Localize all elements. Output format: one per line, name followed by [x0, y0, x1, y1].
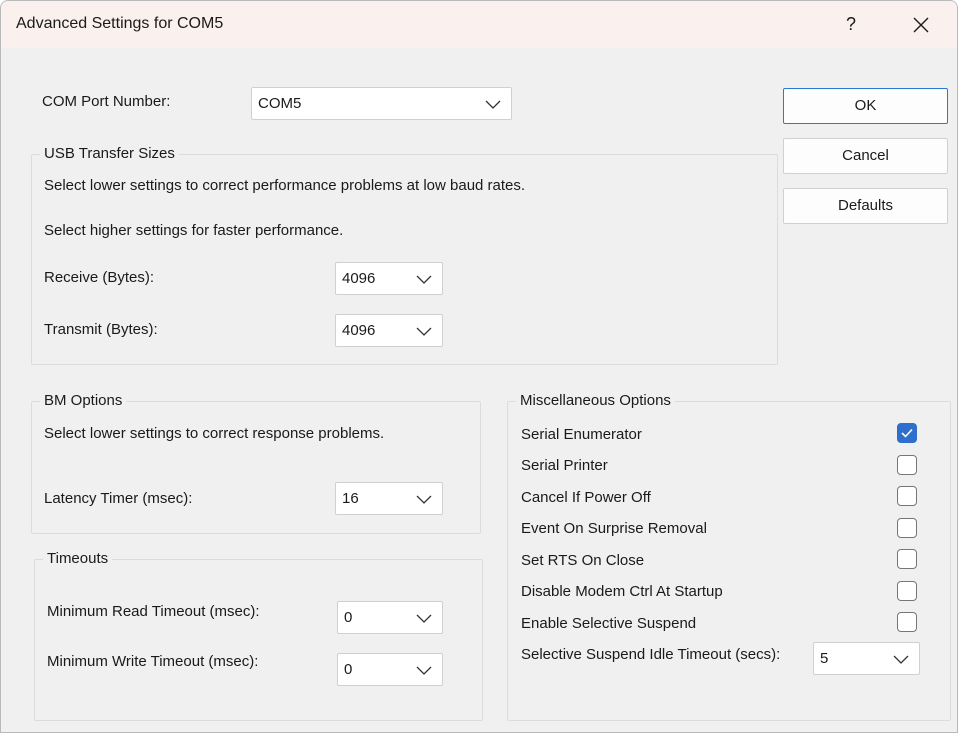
option-set-rts-on-close-label: Set RTS On Close [521, 552, 645, 569]
option-disable-modem-ctrl-checkbox[interactable] [897, 581, 917, 601]
option-serial-printer-label: Serial Printer [521, 457, 608, 474]
title-bar: Advanced Settings for COM5 ? [1, 1, 957, 48]
transmit-value: 4096 [342, 322, 376, 339]
min-write-timeout-label: Minimum Write Timeout (msec): [47, 653, 259, 670]
chevron-down-icon [416, 275, 432, 284]
bm-info-line: Select lower settings to correct respons… [44, 425, 385, 442]
latency-timer-value: 16 [342, 490, 359, 507]
option-enable-selective-suspend-checkbox[interactable] [897, 612, 917, 632]
chevron-down-icon [416, 495, 432, 504]
timeouts-group [34, 559, 483, 721]
option-cancel-if-power-off-checkbox[interactable] [897, 486, 917, 506]
transmit-select[interactable]: 4096 [335, 314, 443, 347]
dialog-body: COM Port Number: COM5 OK Cancel Defaults… [1, 48, 957, 732]
option-set-rts-on-close-checkbox[interactable] [897, 549, 917, 569]
receive-select[interactable]: 4096 [335, 262, 443, 295]
com-port-select[interactable]: COM5 [251, 87, 512, 120]
timeouts-legend: Timeouts [43, 550, 113, 567]
option-serial-enumerator-checkbox[interactable] [897, 423, 917, 443]
selective-suspend-idle-timeout-value: 5 [820, 650, 829, 667]
selective-suspend-idle-timeout-select[interactable]: 5 [813, 642, 920, 675]
help-icon: ? [845, 14, 856, 34]
min-write-timeout-select[interactable]: 0 [337, 653, 443, 686]
option-cancel-if-power-off-label: Cancel If Power Off [521, 489, 651, 506]
checkmark-icon [901, 428, 913, 438]
transmit-label: Transmit (Bytes): [44, 321, 158, 338]
usb-transfer-sizes-legend: USB Transfer Sizes [40, 145, 179, 162]
option-disable-modem-ctrl-label: Disable Modem Ctrl At Startup [521, 583, 723, 600]
close-icon [913, 17, 929, 32]
receive-label: Receive (Bytes): [44, 269, 155, 286]
min-read-timeout-label: Minimum Read Timeout (msec): [47, 603, 260, 620]
com-port-label: COM Port Number: [42, 93, 171, 110]
latency-timer-select[interactable]: 16 [335, 482, 443, 515]
ok-button[interactable]: OK [783, 88, 948, 124]
misc-options-legend: Miscellaneous Options [516, 392, 675, 409]
option-event-on-surprise-removal-label: Event On Surprise Removal [521, 520, 707, 537]
usb-info-line-1: Select lower settings to correct perform… [44, 177, 526, 194]
option-enable-selective-suspend-label: Enable Selective Suspend [521, 615, 697, 632]
com-port-value: COM5 [258, 95, 302, 112]
option-event-on-surprise-removal-checkbox[interactable] [897, 518, 917, 538]
help-button[interactable]: ? [821, 1, 881, 48]
window-title: Advanced Settings for COM5 [16, 15, 224, 32]
cancel-button[interactable]: Cancel [783, 138, 948, 174]
option-serial-enumerator-label: Serial Enumerator [521, 426, 642, 443]
min-write-timeout-value: 0 [344, 661, 353, 678]
min-read-timeout-value: 0 [344, 609, 353, 626]
chevron-down-icon [893, 655, 909, 664]
advanced-settings-dialog: Advanced Settings for COM5 ? COM Port Nu… [0, 0, 958, 733]
option-serial-printer-checkbox[interactable] [897, 455, 917, 475]
min-read-timeout-select[interactable]: 0 [337, 601, 443, 634]
chevron-down-icon [416, 666, 432, 675]
bm-options-legend: BM Options [40, 392, 127, 409]
latency-timer-label: Latency Timer (msec): [44, 490, 193, 507]
chevron-down-icon [416, 614, 432, 623]
defaults-button[interactable]: Defaults [783, 188, 948, 224]
chevron-down-icon [416, 327, 432, 336]
selective-suspend-idle-timeout-label: Selective Suspend Idle Timeout (secs): [521, 646, 781, 663]
chevron-down-icon [485, 100, 501, 109]
receive-value: 4096 [342, 270, 376, 287]
close-button[interactable] [891, 1, 951, 48]
usb-info-line-2: Select higher settings for faster perfor… [44, 222, 344, 239]
